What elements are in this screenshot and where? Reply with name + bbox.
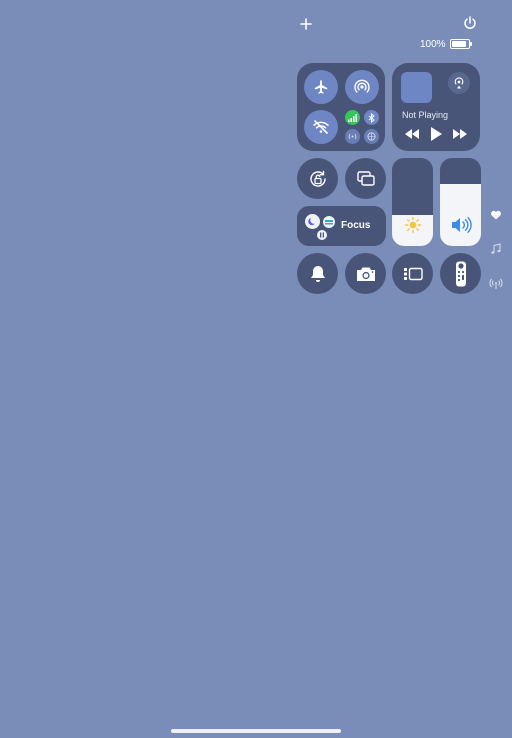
plus-icon [300, 18, 312, 30]
bed-icon [325, 220, 333, 225]
power-button[interactable] [462, 15, 478, 31]
now-playing-label: Not Playing [402, 110, 449, 120]
volume-slider[interactable] [440, 158, 481, 246]
bluetooth-button[interactable] [364, 110, 379, 125]
bluetooth-icon [368, 112, 375, 123]
home-indicator[interactable] [171, 729, 341, 733]
camera-button[interactable] [345, 253, 386, 294]
fast-forward-icon [453, 129, 467, 139]
focus-label: Focus [341, 220, 371, 231]
wifi-button[interactable] [304, 110, 338, 144]
stage-manager-button[interactable] [392, 253, 433, 294]
play-button[interactable] [430, 127, 442, 141]
person-badge [317, 230, 327, 240]
antenna-icon [348, 133, 357, 140]
heart-icon [491, 210, 501, 220]
bed-badge [323, 216, 335, 228]
rotation-lock-icon [309, 170, 326, 187]
rewind-button[interactable] [404, 129, 420, 139]
battery-icon [449, 39, 472, 49]
person-icon [320, 232, 324, 238]
rewind-icon [405, 129, 419, 139]
media-player-tile[interactable]: Not Playing [392, 63, 480, 151]
airplay-icon [454, 77, 464, 89]
camera-icon [356, 267, 375, 281]
silent-mode-button[interactable] [297, 253, 338, 294]
sun-icon [404, 216, 421, 234]
play-icon [431, 127, 442, 141]
vpn-button[interactable] [364, 129, 379, 144]
add-control-button[interactable] [298, 16, 314, 32]
brightness-slider[interactable] [392, 158, 433, 246]
screen-mirroring-icon [356, 170, 375, 186]
music-page-indicator[interactable] [490, 243, 502, 255]
wifi-off-icon [313, 120, 329, 134]
favorites-page-indicator[interactable] [490, 209, 502, 221]
airdrop-button[interactable] [345, 70, 379, 104]
airplane-icon [314, 80, 328, 94]
cellular-icon [348, 113, 357, 122]
globe-icon [367, 132, 376, 141]
music-note-icon [491, 243, 501, 254]
apple-tv-remote-button[interactable] [440, 253, 481, 294]
stage-manager-icon [403, 267, 423, 280]
moon-badge [305, 214, 320, 229]
battery-fill [451, 41, 466, 47]
battery-percentage: 100% [420, 38, 446, 50]
speaker-icon [451, 217, 472, 233]
battery-status: 100% [420, 37, 482, 51]
power-icon [464, 16, 476, 29]
moon-icon [308, 218, 315, 226]
connectivity-page-indicator[interactable] [489, 278, 503, 290]
airdrop-icon [354, 79, 370, 93]
airplane-mode-button[interactable] [304, 70, 338, 104]
rotation-lock-button[interactable] [297, 158, 338, 199]
remote-icon [455, 261, 466, 286]
focus-button[interactable]: Focus [297, 206, 386, 246]
screen-mirroring-button[interactable] [345, 158, 386, 199]
network-extra-button[interactable] [345, 129, 360, 144]
antenna-icon [489, 278, 503, 289]
airplay-button[interactable] [448, 72, 470, 94]
album-artwork [401, 72, 432, 103]
bell-icon [310, 265, 325, 282]
cellular-data-button[interactable] [345, 110, 360, 125]
fast-forward-button[interactable] [452, 129, 468, 139]
